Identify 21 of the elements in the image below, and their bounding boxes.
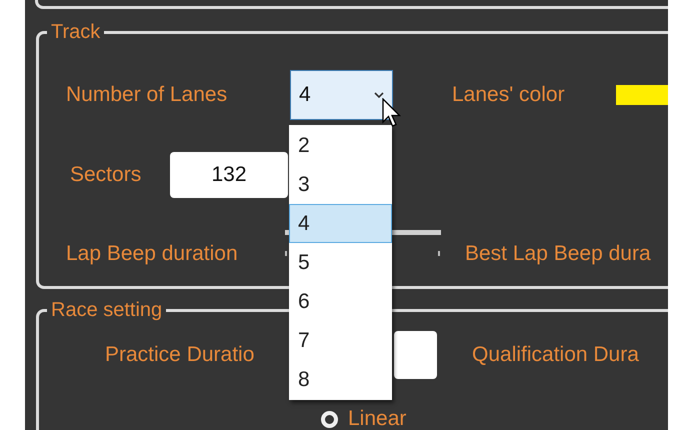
chevron-icon: [374, 92, 384, 98]
field-label: Qualification Dura: [472, 343, 639, 367]
field-label: Lap Beep duration: [66, 242, 239, 266]
dropdown-option[interactable]: 6: [289, 282, 392, 321]
field-label: Best Lap Beep dura: [465, 242, 651, 266]
dropdown-option[interactable]: 3: [289, 165, 392, 204]
practice-duration-field[interactable]: [394, 331, 437, 379]
radio-option[interactable]: Linear: [321, 407, 406, 430]
field-label: Sectors: [70, 163, 142, 187]
lanes-dropdown[interactable]: 4: [290, 70, 393, 120]
dropdown-option[interactable]: 8: [289, 360, 392, 399]
sectors-field[interactable]: 132: [170, 152, 288, 198]
group-title: Race setting: [50, 299, 164, 321]
field-label: Practice Duratio: [105, 343, 256, 367]
dropdown-option[interactable]: 4: [289, 204, 392, 243]
dropdown-option[interactable]: 7: [289, 321, 392, 360]
dropdown-option[interactable]: 5: [289, 243, 392, 282]
field-label: Number of Lanes: [66, 83, 228, 107]
group-title: Track: [50, 21, 102, 43]
field-label: Lanes' color: [452, 83, 566, 107]
dropdown-option[interactable]: 2: [289, 126, 392, 165]
